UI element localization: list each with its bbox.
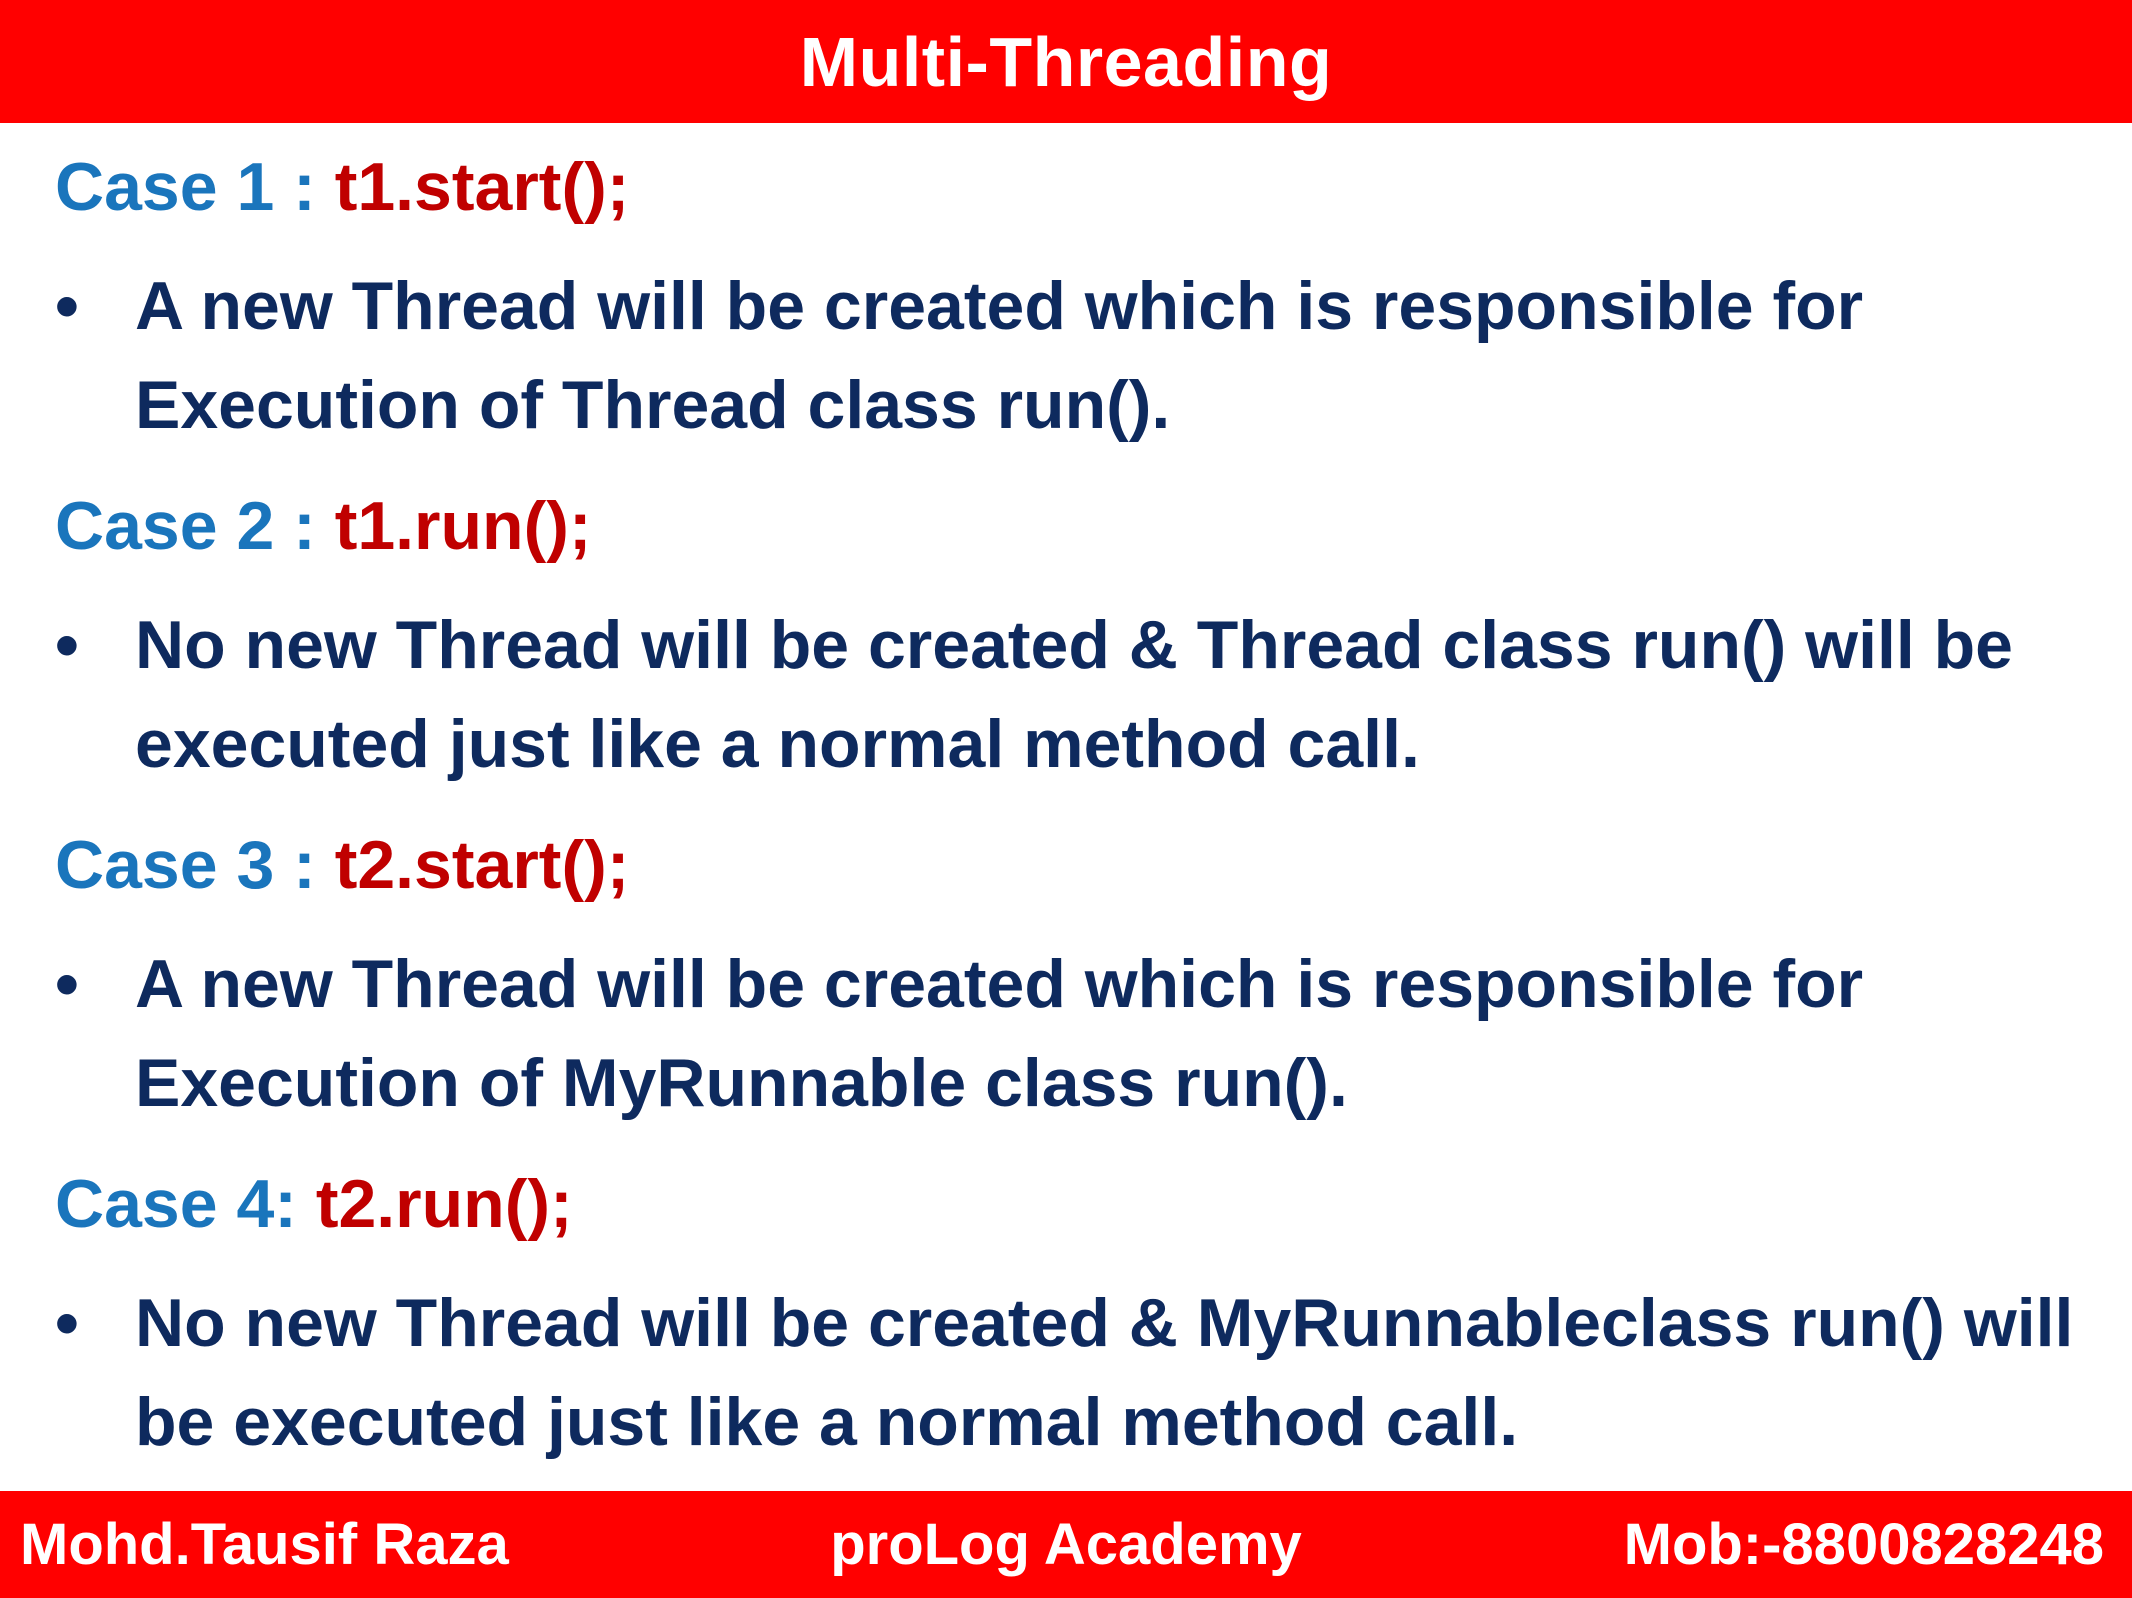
- case-bullet-4: • No new Thread will be created & MyRunn…: [55, 1274, 2085, 1472]
- case-heading-2: Case 2 : t1.run();: [55, 492, 592, 560]
- bullet-text: No new Thread will be created & Thread c…: [135, 607, 2014, 782]
- case-code: t1.start();: [334, 149, 630, 225]
- footer-phone: Mob:-8800828248: [1623, 1512, 2104, 1577]
- slide-content: Case 1 : t1.start(); • A new Thread will…: [0, 123, 2132, 1491]
- page-title: Multi-Threading: [799, 22, 1333, 101]
- case-heading-3: Case 3 : t2.start();: [55, 831, 629, 899]
- bullet-icon: •: [55, 268, 79, 344]
- case-bullet-2: • No new Thread will be created & Thread…: [55, 596, 2085, 794]
- case-label: Case 4:: [55, 1166, 316, 1242]
- bullet-text: No new Thread will be created & MyRunnab…: [135, 1285, 2074, 1460]
- case-code: t2.start();: [334, 827, 630, 903]
- footer-author: Mohd.Tausif Raza: [20, 1512, 509, 1577]
- case-label: Case 3 :: [55, 827, 335, 903]
- case-heading-4: Case 4: t2.run();: [55, 1170, 573, 1238]
- bullet-icon: •: [55, 946, 79, 1022]
- case-bullet-3: • A new Thread will be created which is …: [55, 935, 2085, 1133]
- case-bullet-1: • A new Thread will be created which is …: [55, 257, 2085, 455]
- bullet-text: A new Thread will be created which is re…: [135, 946, 1864, 1121]
- case-code: t1.run();: [334, 488, 592, 564]
- bullet-icon: •: [55, 1285, 79, 1361]
- case-label: Case 2 :: [55, 488, 335, 564]
- case-label: Case 1 :: [55, 149, 335, 225]
- footer-bar: proLog Academy Mohd.Tausif Raza Mob:-880…: [0, 1491, 2132, 1598]
- bullet-text: A new Thread will be created which is re…: [135, 268, 1864, 443]
- case-code: t2.run();: [315, 1166, 573, 1242]
- bullet-icon: •: [55, 607, 79, 683]
- header-bar: Multi-Threading: [0, 0, 2132, 123]
- case-heading-1: Case 1 : t1.start();: [55, 153, 629, 221]
